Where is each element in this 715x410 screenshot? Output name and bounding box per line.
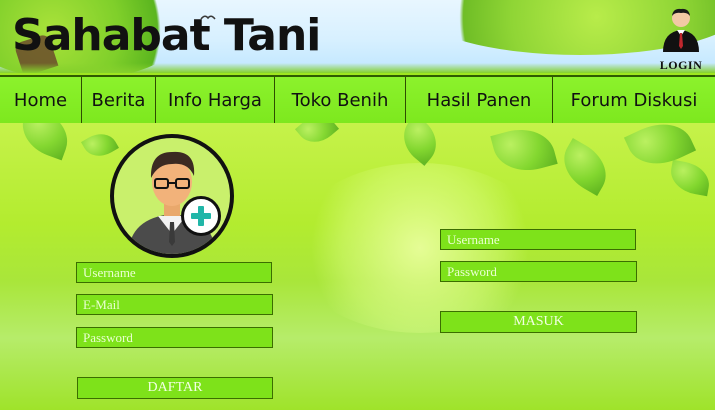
- site-title: Sahabat Tani: [12, 10, 321, 61]
- user-icon: [655, 6, 707, 57]
- leaf-decoration: [81, 127, 119, 163]
- login-submit-button[interactable]: MASUK: [440, 311, 637, 333]
- nav-item-hasil-panen[interactable]: Hasil Panen: [406, 77, 552, 124]
- main-content: DAFTAR MASUK: [0, 123, 715, 410]
- register-password-input[interactable]: [76, 327, 273, 348]
- register-username-input[interactable]: [76, 262, 272, 283]
- add-user-icon: [181, 196, 221, 236]
- site-header: Sahabat Tani LOGIN: [0, 0, 715, 73]
- login-label: LOGIN: [659, 58, 703, 72]
- register-button[interactable]: DAFTAR: [77, 377, 273, 399]
- nav-item-info-harga[interactable]: Info Harga: [156, 77, 274, 124]
- login-button[interactable]: LOGIN: [655, 6, 707, 72]
- leaf-decoration: [14, 123, 76, 161]
- register-email-input[interactable]: [76, 294, 273, 315]
- leaf-decoration: [490, 123, 558, 179]
- leaf-decoration: [393, 123, 447, 166]
- leaf-decoration: [553, 138, 617, 196]
- grass-decoration: [0, 63, 715, 73]
- main-navigation: Home Berita Info Harga Toko Benih Hasil …: [0, 75, 715, 125]
- leaf-decoration: [667, 159, 713, 197]
- login-username-input[interactable]: [440, 229, 636, 250]
- bird-icon: [200, 10, 216, 26]
- login-password-input[interactable]: [440, 261, 637, 282]
- nav-item-home[interactable]: Home: [0, 77, 81, 124]
- nav-item-forum-diskusi[interactable]: Forum Diskusi: [553, 77, 715, 124]
- nav-item-toko-benih[interactable]: Toko Benih: [275, 77, 405, 124]
- register-avatar: [110, 134, 234, 258]
- leaf-decoration: [294, 123, 340, 151]
- nav-item-berita[interactable]: Berita: [82, 77, 155, 124]
